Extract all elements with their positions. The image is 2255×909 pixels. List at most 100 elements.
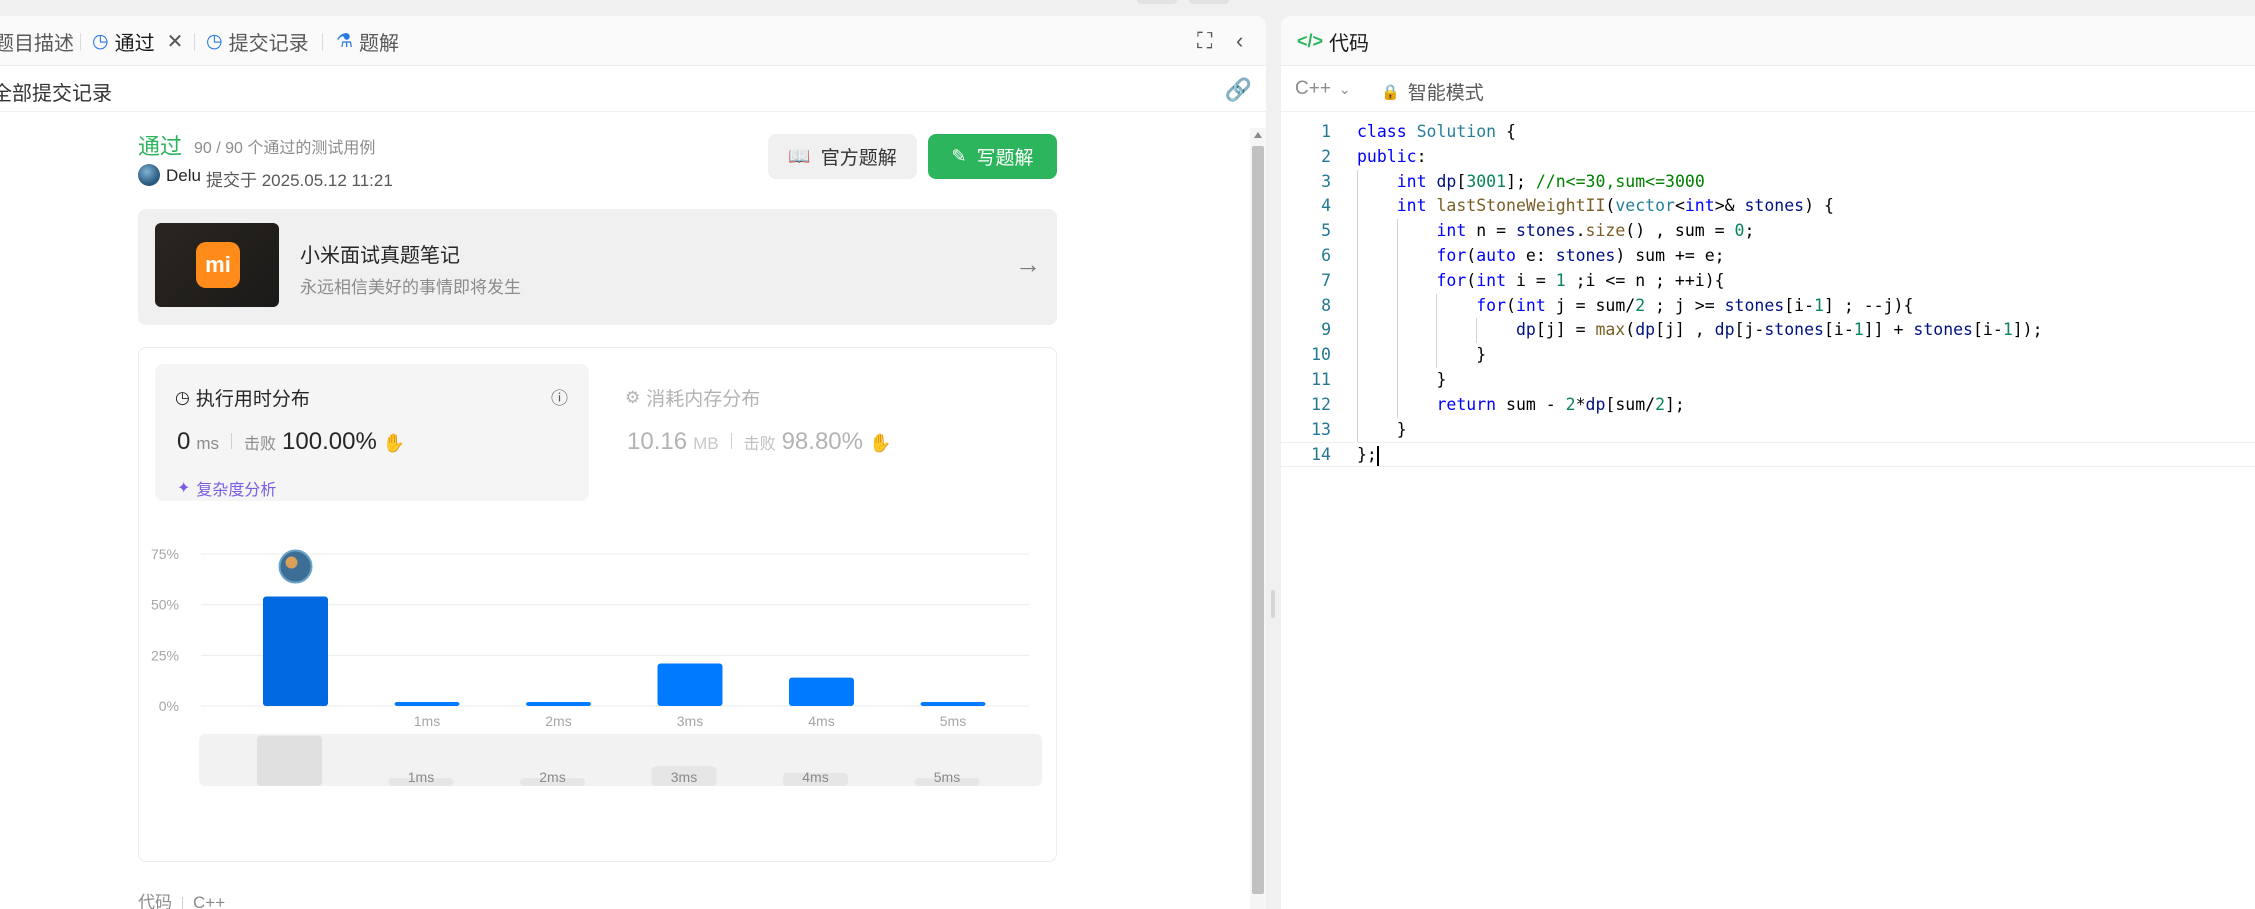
chart-bar <box>657 663 723 706</box>
sparkle-icon: ✦ <box>177 480 191 497</box>
code-line[interactable]: 14}; <box>1281 442 2255 468</box>
breadcrumb[interactable]: 全部提交记录 <box>0 77 112 106</box>
code-line[interactable]: 1 class Solution { <box>1281 120 2255 145</box>
runtime-metric[interactable]: ◷ 执行用时分布 ⓘ 0 ms 击败 100.00% ✋ ✦ 复杂度分析 <box>155 364 589 501</box>
code-line[interactable]: 11 } <box>1281 368 2255 393</box>
close-icon[interactable]: ✕ <box>167 29 184 54</box>
tab-divider <box>194 33 195 51</box>
code-text: public: <box>1357 146 1427 166</box>
lock-icon: 🔒 <box>1381 83 1400 101</box>
code-line[interactable]: 5 int n = stones.size() , sum = 0; <box>1281 219 2255 244</box>
button-label: 官方题解 <box>820 148 897 169</box>
code-text: } <box>1357 419 1407 439</box>
code-line[interactable]: 8 for(int j = sum/2 ; j >= stones[i-1] ;… <box>1281 294 2255 319</box>
line-number: 9 <box>1321 320 1331 340</box>
code-text: for(int i = 1 ;i <= n ; ++i){ <box>1436 270 1725 290</box>
info-icon[interactable]: ⓘ <box>551 384 568 409</box>
submitter-name[interactable]: Delu <box>166 166 201 186</box>
code-editor[interactable]: 1 class Solution {2 public: 3 int dp[3001];… <box>1281 120 2255 900</box>
x-tick-label: 3ms <box>677 713 703 729</box>
code-icon: </> <box>1297 30 1324 51</box>
chart-overview-strip <box>199 734 1042 786</box>
indent-guide <box>1436 293 1438 368</box>
runtime-value: 0 ms 击败 100.00% ✋ <box>177 428 405 456</box>
runtime-title: ◷ 执行用时分布 <box>175 384 310 411</box>
book-icon: 📖 <box>788 146 811 166</box>
write-solution-button[interactable]: ✎ 写题解 <box>928 134 1057 179</box>
tab-accepted[interactable]: ◷ 通过 ✕ <box>92 16 183 66</box>
panel-splitter[interactable] <box>1271 590 1275 618</box>
memory-title[interactable]: ⚙ 消耗内存分布 <box>625 384 760 411</box>
code-line[interactable]: 10 } <box>1281 343 2255 368</box>
line-number: 11 <box>1311 370 1331 389</box>
divider <box>730 433 732 449</box>
x-tick-label: 4ms <box>808 713 834 729</box>
text-caret <box>1376 445 1379 466</box>
tab-code[interactable]: </> 代码 <box>1297 16 1369 66</box>
top-toolbar-button[interactable] <box>1137 0 1177 4</box>
avatar[interactable] <box>138 164 160 186</box>
right-panel: </> 代码 C++ ⌄ 🔒 智能模式 1 class Solution {2 pu… <box>1281 16 2255 909</box>
history-icon: ◷ <box>92 30 109 52</box>
editor-toolbar: C++ ⌄ 🔒 智能模式 <box>1281 66 2255 112</box>
code-text: int lastStoneWeightII(vector<int>& stone… <box>1396 196 1834 216</box>
test-cases-count: 90 / 90 个通过的测试用例 <box>194 140 376 157</box>
left-scrollbar[interactable] <box>1250 128 1266 909</box>
code-text: }; <box>1357 445 1379 466</box>
tab-description[interactable]: 题目描述 <box>0 16 74 66</box>
code-text: class Solution { <box>1357 122 1516 141</box>
beat-label: 击败 <box>244 436 277 453</box>
tab-solutions[interactable]: ⚗ 题解 <box>336 16 399 66</box>
code-line[interactable]: 9 dp[j] = max(dp[j] , dp[j-stones[i-1]] … <box>1281 318 2255 343</box>
promo-title: 小米面试真题笔记 <box>300 245 460 267</box>
flask-icon: ⚗ <box>336 30 354 52</box>
code-line[interactable]: 4 int lastStoneWeightII(vector<int>& sto… <box>1281 194 2255 219</box>
scroll-up-icon[interactable] <box>1254 132 1262 138</box>
language-select[interactable]: C++ ⌄ <box>1295 78 1351 100</box>
fullscreen-icon[interactable]: ⛶ <box>1197 28 1212 54</box>
chart-svg: 75% 50% 25% 0% 1ms 2ms 3ms 4ms 5ms 1ms 2ms 3ms 4ms 5m… <box>151 546 1042 786</box>
indent-guide <box>1396 219 1398 418</box>
line-number: 6 <box>1321 246 1331 265</box>
x-tick-label: 5ms <box>940 713 966 729</box>
top-toolbar-button[interactable] <box>1189 0 1229 4</box>
link-icon[interactable]: 🔗 <box>1225 77 1252 103</box>
code-label: 代码 <box>138 893 172 909</box>
stats-card: ◷ 执行用时分布 ⓘ 0 ms 击败 100.00% ✋ ✦ 复杂度分析 ⚙ 消… <box>138 347 1057 862</box>
code-text: dp[j] = max(dp[j] , dp[j-stones[i-1]] + … <box>1515 320 2043 340</box>
tab-submissions[interactable]: ◷ 提交记录 <box>206 16 309 66</box>
y-tick-label: 25% <box>151 647 179 663</box>
scrollbar-thumb[interactable] <box>1252 146 1264 894</box>
analysis-label: 复杂度分析 <box>196 482 277 499</box>
button-label: 写题解 <box>976 148 1034 169</box>
official-solution-button[interactable]: 📖 官方题解 <box>768 134 917 179</box>
code-line[interactable]: 13 } <box>1281 418 2255 443</box>
line-number: 13 <box>1311 419 1331 439</box>
beat-label: 击败 <box>743 436 776 453</box>
runtime-number: 0 <box>177 428 191 455</box>
overview-tick-label: 4ms <box>802 769 828 785</box>
arrow-right-icon: → <box>1015 249 1041 279</box>
tab-label: 题解 <box>359 32 400 55</box>
code-line[interactable]: 3 int dp[3001]; //n<=30,sum<=3000 <box>1281 170 2255 195</box>
code-line[interactable]: 7 for(int i = 1 ;i <= n ; ++i){ <box>1281 269 2255 294</box>
complexity-analysis-link[interactable]: ✦ 复杂度分析 <box>177 476 276 500</box>
smart-mode[interactable]: 🔒 智能模式 <box>1381 78 1484 105</box>
code-tabbar: </> 代码 <box>1281 16 2255 66</box>
divider <box>182 896 183 909</box>
overview-tick-label: 3ms <box>671 769 697 785</box>
chart-bar <box>263 596 328 706</box>
window-top-strip <box>0 0 2255 16</box>
overview-tick-label: 2ms <box>539 769 565 785</box>
collapse-icon[interactable]: ‹ <box>1236 28 1243 54</box>
code-line[interactable]: 12 return sum - 2*dp[sum/2]; <box>1281 393 2255 418</box>
code-line[interactable]: 6 for(auto e: stones) sum += e; <box>1281 244 2255 269</box>
avatar-marker-detail <box>285 556 298 569</box>
clock-icon: ◷ <box>175 387 190 407</box>
line-number: 7 <box>1321 270 1331 290</box>
code-line[interactable]: 2 public: <box>1281 145 2255 170</box>
overview-tick-label: 1ms <box>408 769 434 785</box>
memory-value: 10.16 MB 击败 98.80% ✋ <box>627 428 891 456</box>
clap-icon: ✋ <box>382 433 406 453</box>
promo-card[interactable]: mi 小米面试真题笔记 永远相信美好的事情即将发生 → <box>138 209 1057 325</box>
